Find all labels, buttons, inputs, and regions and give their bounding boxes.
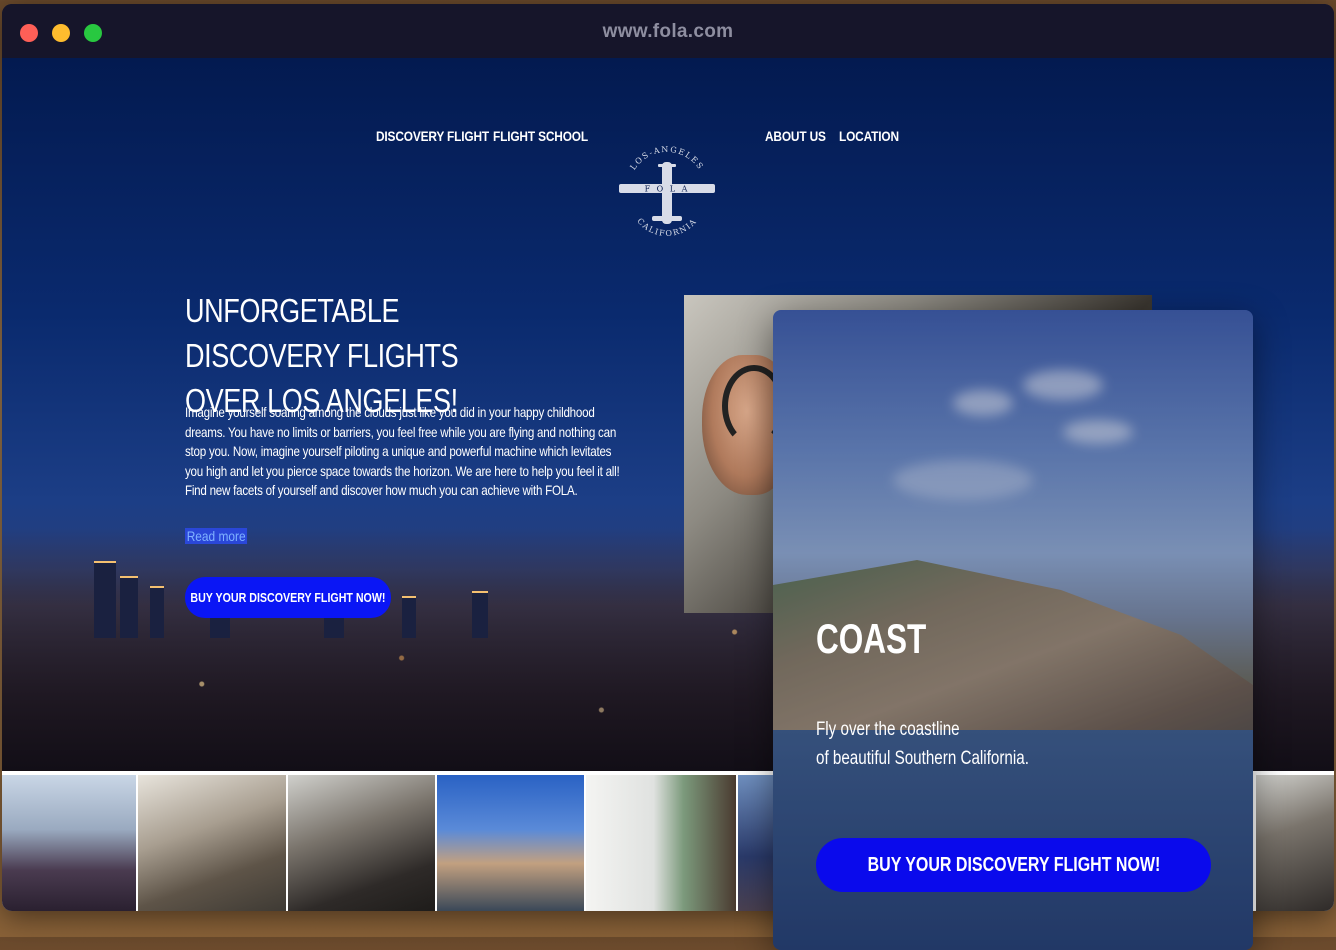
card-buy-discovery-flight-button[interactable]: BUY YOUR DISCOVERY FLIGHT NOW! (816, 838, 1211, 892)
gallery-photo[interactable] (2, 775, 136, 911)
logo-wing-text: F O L A (645, 185, 690, 194)
coast-experience-card: COAST Fly over the coastline of beautifu… (773, 310, 1253, 950)
gallery-photo[interactable] (586, 775, 736, 911)
nav-location[interactable]: LOCATION (839, 128, 899, 144)
card-title: COAST (816, 615, 927, 662)
read-more-link[interactable]: Read more (185, 528, 248, 544)
card-description: Fly over the coastline of beautiful Sout… (816, 715, 1029, 773)
card-description-line2: of beautiful Southern California. (816, 748, 1029, 769)
card-description-line1: Fly over the coastline (816, 719, 960, 740)
hero-title-line1: UNFORGETABLE DISCOVERY FLIGHTS (185, 292, 459, 374)
nav-flight-school[interactable]: FLIGHT SCHOOL (493, 128, 588, 144)
gallery-photo[interactable] (738, 775, 778, 911)
gallery-photo[interactable] (437, 775, 584, 911)
nav-about-us[interactable]: ABOUT US (765, 128, 826, 144)
fola-logo[interactable]: LOS-ANGELES CALIFORNIA F O L A (614, 140, 720, 246)
gallery-photo[interactable] (288, 775, 435, 911)
gallery-photo[interactable] (1256, 775, 1334, 911)
address-bar-url[interactable]: www.fola.com (2, 21, 1334, 43)
nav-discovery-flight[interactable]: DISCOVERY FLIGHT (376, 128, 489, 144)
gallery-photo[interactable] (138, 775, 286, 911)
buy-discovery-flight-label: BUY YOUR DISCOVERY FLIGHT NOW! (190, 590, 386, 605)
title-bar: www.fola.com (2, 4, 1334, 58)
card-buy-button-label: BUY YOUR DISCOVERY FLIGHT NOW! (867, 853, 1160, 876)
buy-discovery-flight-button[interactable]: BUY YOUR DISCOVERY FLIGHT NOW! (185, 577, 391, 618)
hero-description: Imagine yourself soaring among the cloud… (185, 404, 620, 499)
